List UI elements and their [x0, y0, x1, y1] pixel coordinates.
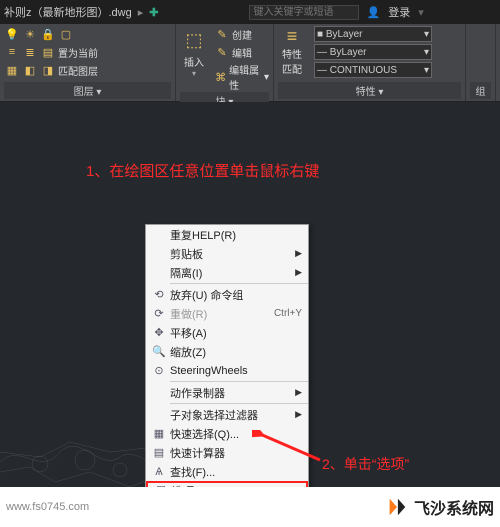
undo-icon: ⟲ [148, 288, 170, 301]
find-icon: Ѧ [148, 466, 170, 478]
color-dropdown[interactable]: ■ ByLayer▾ [314, 26, 432, 42]
menu-subfilter[interactable]: 子对象选择过滤器▶ [146, 405, 308, 424]
layer-color-icon[interactable]: ▢ [58, 26, 74, 42]
pan-icon: ✥ [148, 326, 170, 339]
menu-undo[interactable]: ⟲放弃(U) 命令组 [146, 285, 308, 304]
match-props-button[interactable]: 匹配 [282, 61, 302, 76]
layer-freeze-icon[interactable]: ☀ [22, 26, 38, 42]
linetype-dropdown[interactable]: — CONTINUOUS▾ [314, 62, 432, 78]
wheel-icon: ⊙ [148, 364, 170, 377]
panel-title-properties: 特性 ▾ [278, 82, 461, 99]
insert-button[interactable]: 插入 [184, 54, 204, 69]
menu-redo: ⟳重做(R)Ctrl+Y [146, 304, 308, 323]
insert-icon[interactable]: ⬚ [180, 26, 208, 54]
edit-attr-icon[interactable]: ⌘ [214, 69, 227, 85]
menu-repeat[interactable]: 重复HELP(R) [146, 225, 308, 244]
properties-icon[interactable]: ≡ [278, 26, 306, 46]
layer-off-icon[interactable]: 💡 [4, 26, 20, 42]
document-title: 补则z（最新地形图）.dwg [4, 4, 132, 20]
menu-zoom[interactable]: 🔍缩放(Z) [146, 342, 308, 361]
properties-button[interactable]: 特性 [282, 46, 302, 61]
triangle-icon: ▸ [138, 6, 144, 19]
menu-pan[interactable]: ✥平移(A) [146, 323, 308, 342]
panel-title-layers: 图层 ▾ [4, 82, 171, 99]
qselect-icon: ▦ [148, 427, 170, 440]
layer-lock-icon[interactable]: 🔒 [40, 26, 56, 42]
layer-iso-icon[interactable]: ▦ [4, 62, 20, 78]
create-block-icon[interactable]: ✎ [214, 26, 230, 42]
layers3-icon[interactable]: ▤ [40, 44, 56, 60]
set-current-button[interactable]: 置为当前 [58, 45, 98, 60]
lineweight-dropdown[interactable]: — ByLayer▾ [314, 44, 432, 60]
edit-attr-button[interactable]: 编辑属性 [229, 62, 262, 92]
menu-clipboard[interactable]: 剪贴板▶ [146, 244, 308, 263]
calc-icon: ▤ [148, 446, 170, 459]
zoom-icon: 🔍 [148, 345, 170, 358]
search-input[interactable] [249, 5, 359, 20]
panel-title-group: 组 [470, 82, 491, 99]
source-url: www.fs0745.com [6, 501, 89, 513]
annotation-arrow [252, 430, 332, 466]
layer-prev-icon[interactable]: ◧ [22, 62, 38, 78]
edit-block-icon[interactable]: ✎ [214, 44, 230, 60]
menu-isolate[interactable]: 隔离(I)▶ [146, 263, 308, 282]
layer-match-icon[interactable]: ◨ [40, 62, 56, 78]
edit-button[interactable]: 编辑 [232, 45, 252, 60]
plus-icon[interactable]: ✚ [149, 6, 158, 19]
create-button[interactable]: 创建 [232, 27, 252, 42]
menu-wheels[interactable]: ⊙SteeringWheels [146, 361, 308, 380]
login-link[interactable]: 登录 [388, 4, 410, 20]
match-layer-button[interactable]: 匹配图层 [58, 63, 98, 78]
menu-recorder[interactable]: 动作录制器▶ [146, 383, 308, 402]
brand-text: 飞沙系统网 [414, 495, 494, 519]
layers-icon[interactable]: ≡ [4, 44, 20, 60]
annotation-step2: 2、单击“选项” [322, 454, 409, 474]
signin-icon[interactable]: 👤 [367, 6, 381, 19]
annotation-step1: 1、在绘图区任意位置单击鼠标右键 [86, 160, 319, 181]
brand-logo-icon [386, 496, 408, 518]
layers2-icon[interactable]: ≣ [22, 44, 38, 60]
redo-icon: ⟳ [148, 307, 170, 320]
